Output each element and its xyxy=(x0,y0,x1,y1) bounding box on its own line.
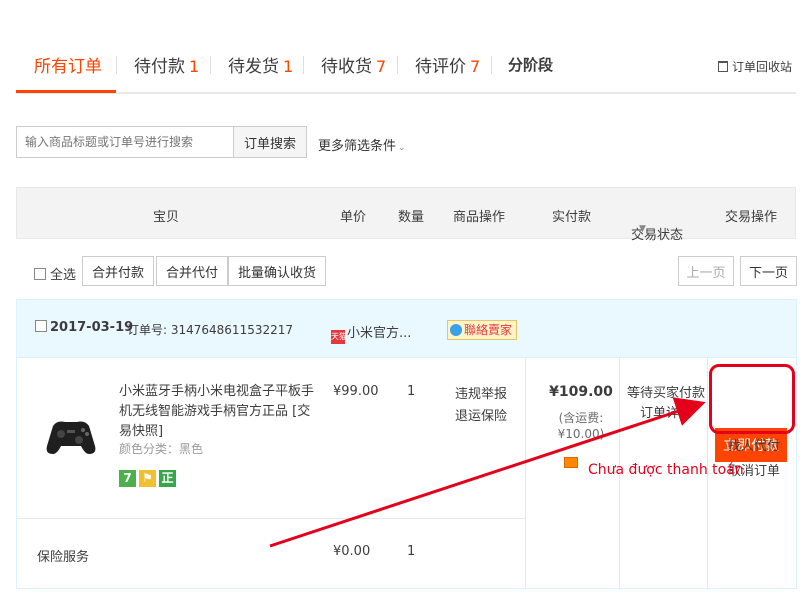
tab-count: 1 xyxy=(283,57,294,76)
product-spec: 颜色分类：黑色 xyxy=(119,442,204,456)
shop-link[interactable]: 天猫小米官方... xyxy=(331,322,411,344)
seven-day-return-icon[interactable]: 7 xyxy=(119,470,136,487)
contact-seller-button[interactable]: 聯絡賣家 xyxy=(447,320,518,340)
payment-card-icon xyxy=(564,457,578,468)
annotation-highlight-ring xyxy=(709,364,795,434)
authentic-icon[interactable]: 正 xyxy=(159,470,176,487)
item-ops: 违规举报 退运保险 xyxy=(455,384,507,428)
tab-label: 待付款 xyxy=(134,57,185,77)
tab-installment[interactable]: 分阶段 xyxy=(508,54,553,75)
recycle-label: 订单回收站 xyxy=(731,60,792,74)
order-table-header: 宝贝 单价 数量 商品操作 实付款 交易状态 ▼ 交易操作 xyxy=(16,187,796,243)
divider xyxy=(525,358,526,590)
col-item-ops: 商品操作 xyxy=(453,210,506,225)
col-actions: 交易操作 xyxy=(725,210,778,225)
checkbox-icon xyxy=(34,268,46,280)
tab-divider xyxy=(303,56,304,74)
tab-all-orders[interactable]: 所有订单 xyxy=(34,52,102,77)
order-search-input[interactable] xyxy=(16,126,234,158)
contact-label: 聯絡賣家 xyxy=(464,323,513,337)
tab-divider xyxy=(116,56,117,74)
merge-proxy-pay-button[interactable]: 合并代付 xyxy=(156,256,229,286)
chevron-down-icon: ⌄ xyxy=(398,143,406,153)
shop-name: 小米官方... xyxy=(347,326,412,341)
tab-count: 1 xyxy=(189,57,200,76)
order-select-checkbox[interactable]: 2017-03-19 xyxy=(35,320,133,335)
insurance-qty: 1 xyxy=(407,544,416,559)
unit-price: ¥99.00 xyxy=(333,384,379,399)
col-unit-price: 单价 xyxy=(340,210,367,225)
merge-pay-button[interactable]: 合并付款 xyxy=(82,256,155,286)
paid-amount: ¥109.00 xyxy=(549,384,613,400)
gamepad-thumbnail[interactable] xyxy=(43,408,99,464)
order-tabs: 所有订单 待付款 1 待发货 1 待收货 7 待评价 7 分阶段 订单回收站 xyxy=(16,48,796,94)
tab-label: 待评价 xyxy=(415,57,466,77)
trade-status: 等待买家付款 订单详情 xyxy=(626,384,706,424)
guarantee-shield-icon[interactable]: ⚑ xyxy=(139,470,156,487)
col-item: 宝贝 xyxy=(153,210,180,225)
order-card: 2017-03-19 订单号: 3147648611532217 天猫小米官方.… xyxy=(16,299,797,590)
checkbox-icon xyxy=(35,320,47,332)
order-search-button[interactable]: 订单搜索 xyxy=(233,126,307,158)
tab-label: 所有订单 xyxy=(34,57,102,77)
col-paid: 实付款 xyxy=(552,210,592,225)
tab-pending-review[interactable]: 待评价 7 xyxy=(415,52,480,77)
batch-confirm-receipt-button[interactable]: 批量确认收货 xyxy=(228,256,327,286)
more-filters-label: 更多筛选条件 xyxy=(318,139,397,154)
tab-label: 分阶段 xyxy=(508,56,554,74)
status-text: 等待买家付款 xyxy=(626,386,705,401)
order-details-link[interactable]: 订单详情 xyxy=(626,404,706,424)
batch-toolbar: 全选 合并付款 合并代付 批量确认收货 上一页 下一页 xyxy=(16,254,798,288)
select-all-label: 全选 xyxy=(50,268,77,283)
ask-friend-pay-link[interactable]: 找人代付 xyxy=(728,435,780,454)
tab-label: 待收货 xyxy=(321,57,372,77)
annotation-note: Chưa được thanh toán xyxy=(588,462,744,478)
order-date: 2017-03-19 xyxy=(50,320,134,335)
product-title-link[interactable]: 小米蓝牙手柄小米电视盒子平板手机无线智能游戏手柄官方正品 [交易快照] xyxy=(119,382,319,442)
active-tab-indicator xyxy=(16,90,116,93)
trash-icon xyxy=(717,61,728,72)
tab-divider xyxy=(491,56,492,74)
recycle-bin-link[interactable]: 订单回收站 xyxy=(717,58,792,75)
divider xyxy=(17,518,525,519)
insurance-price: ¥0.00 xyxy=(333,544,371,559)
order-number: 订单号: 3147648611532217 xyxy=(127,323,294,337)
tab-pending-receipt[interactable]: 待收货 7 xyxy=(321,52,386,77)
service-badges: 7 ⚑ 正 xyxy=(119,470,179,487)
triangle-down-icon: ▼ xyxy=(639,224,646,234)
tab-count: 7 xyxy=(376,57,387,76)
tmall-logo-icon: 天猫 xyxy=(331,330,347,344)
shipping-fee: (含运费: ¥10.00) xyxy=(557,411,605,441)
tab-divider xyxy=(210,56,211,74)
tab-divider xyxy=(397,56,398,74)
return-shipping-insurance-link[interactable]: 退运保险 xyxy=(455,406,507,428)
report-violation-link[interactable]: 违规举报 xyxy=(455,384,507,406)
tab-pending-payment[interactable]: 待付款 1 xyxy=(134,52,199,77)
select-all-checkbox[interactable]: 全选 xyxy=(34,264,76,283)
chat-icon xyxy=(450,324,462,336)
tab-pending-shipment[interactable]: 待发货 1 xyxy=(228,52,293,77)
next-page-button[interactable]: 下一页 xyxy=(740,256,797,286)
col-quantity: 数量 xyxy=(398,210,425,225)
insurance-service-label: 保险服务 xyxy=(37,550,90,565)
quantity: 1 xyxy=(407,384,416,399)
tab-label: 待发货 xyxy=(228,57,279,77)
prev-page-button[interactable]: 上一页 xyxy=(678,256,734,286)
order-header: 2017-03-19 订单号: 3147648611532217 天猫小米官方.… xyxy=(17,300,796,358)
tab-count: 7 xyxy=(470,57,481,76)
more-filters-toggle[interactable]: 更多筛选条件 ⌄ xyxy=(318,135,406,154)
